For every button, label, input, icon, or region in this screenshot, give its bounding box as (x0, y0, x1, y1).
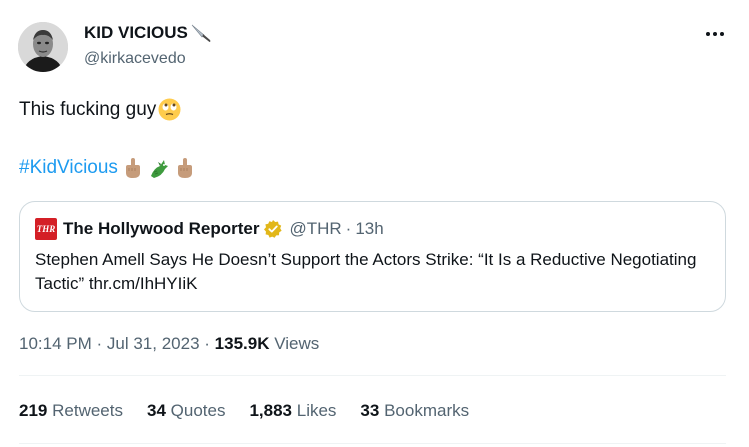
retweets-stat[interactable]: 219 Retweets (19, 401, 123, 421)
quoted-tweet-card[interactable]: THR The Hollywood Reporter @THR · 13h St… (19, 201, 726, 312)
author-handle[interactable]: @kirkacevedo (84, 50, 186, 68)
middle-finger-emoji-icon (122, 156, 144, 180)
quoted-tweet-text: Stephen Amell Says He Doesn’t Support th… (35, 250, 697, 293)
knife-icon (190, 23, 214, 43)
tweet-text-content: This fucking guy (19, 98, 157, 120)
tweet-date[interactable]: Jul 31, 2023 (107, 334, 200, 353)
views-label: Views (274, 334, 320, 353)
likes-stat[interactable]: 1,883 Likes (249, 401, 336, 421)
thr-logo-text: THR (36, 224, 56, 234)
more-options-button[interactable] (700, 22, 730, 46)
quotes-stat[interactable]: 34 Quotes (147, 401, 225, 421)
verified-badge-icon (263, 219, 283, 239)
bookmarks-label: Bookmarks (384, 401, 470, 420)
avatar[interactable] (18, 22, 68, 72)
likes-count: 1,883 (249, 401, 292, 420)
tweet-meta: 10:14 PM · Jul 31, 2023 · 135.9K Views (19, 334, 319, 354)
dragon-emoji-icon (148, 156, 170, 180)
middle-finger-emoji-icon (174, 156, 196, 180)
tweet-text: This fucking guy (19, 97, 182, 122)
hashtag-link[interactable]: #KidVicious (19, 157, 118, 179)
author-name-text[interactable]: KID VICIOUS (84, 23, 188, 43)
quotes-count: 34 (146, 401, 166, 420)
more-dot-icon (720, 32, 724, 36)
meta-separator: · (96, 334, 107, 353)
likes-label: Likes (296, 401, 337, 420)
quotes-label: Quotes (170, 401, 226, 420)
bookmarks-count: 33 (360, 401, 380, 420)
thr-logo-avatar[interactable]: THR (35, 218, 57, 240)
views-count: 135.9K (214, 334, 275, 353)
hashtag-line: #KidVicious (19, 156, 196, 180)
divider (19, 443, 726, 444)
rolling-eyes-emoji-icon (157, 97, 182, 122)
more-dot-icon (713, 32, 717, 36)
more-dot-icon (706, 32, 710, 36)
quoted-tweet-header: THR The Hollywood Reporter @THR · 13h (35, 218, 384, 240)
quoted-author-handle[interactable]: @THR (289, 219, 341, 239)
tweet-time[interactable]: 10:14 PM (19, 334, 92, 353)
author-display-name[interactable]: KID VICIOUS (84, 23, 214, 43)
quoted-timestamp[interactable]: 13h (355, 219, 383, 239)
quoted-separator: · (345, 219, 352, 238)
retweets-count: 219 (19, 401, 48, 420)
divider (19, 375, 726, 376)
meta-separator: · (204, 334, 215, 353)
bookmarks-stat[interactable]: 33 Bookmarks (360, 401, 469, 421)
quoted-author-name[interactable]: The Hollywood Reporter (63, 219, 259, 239)
engagement-stats: 219 Retweets 34 Quotes 1,883 Likes 33 Bo… (19, 401, 493, 421)
retweets-label: Retweets (52, 401, 123, 420)
